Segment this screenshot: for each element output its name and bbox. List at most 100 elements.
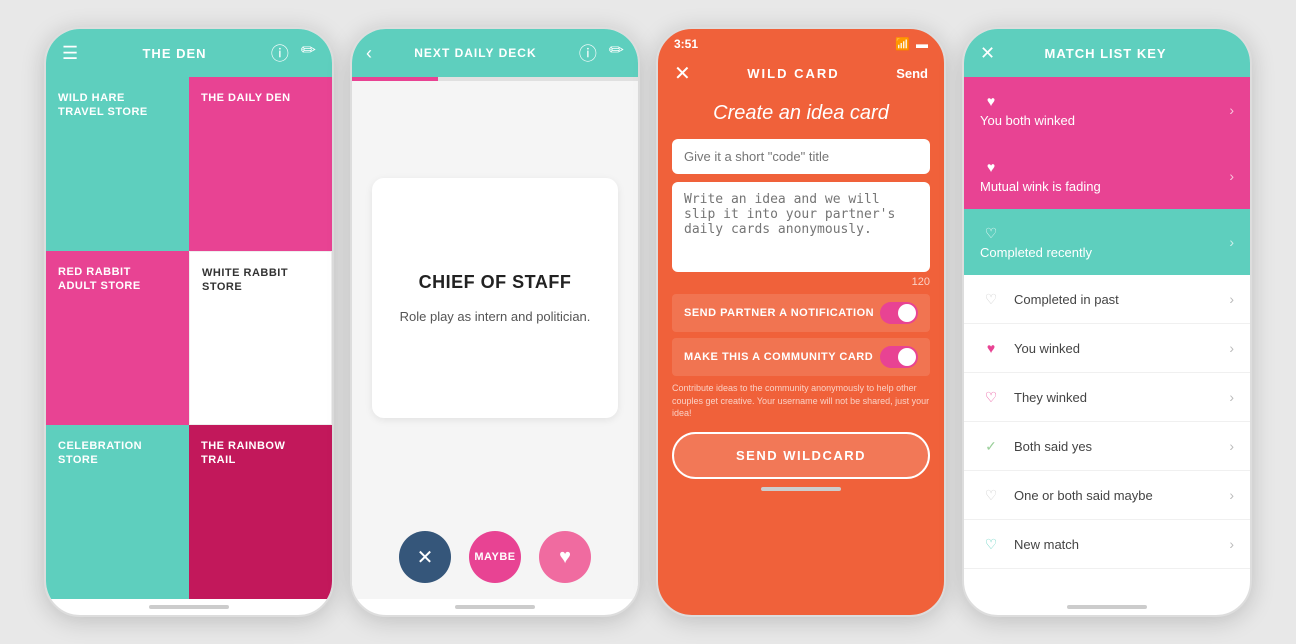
match-item-1[interactable]: ♥ You winked › bbox=[964, 324, 1250, 373]
edit-icon-2[interactable]: ✏ bbox=[609, 40, 624, 66]
cell-label-0: WILD HARETRAVEL STORE bbox=[58, 91, 148, 120]
screen3-phone: 3:51 📶 ▬ ✕ WILD CARD Send Create an idea… bbox=[656, 27, 946, 617]
toggle-label-1: SEND PARTNER A NOTIFICATION bbox=[684, 307, 874, 319]
chevron-1: › bbox=[1229, 168, 1234, 184]
back-icon[interactable]: ‹ bbox=[366, 43, 372, 64]
community-note: Contribute ideas to the community anonym… bbox=[672, 382, 930, 420]
plain-item-left-1: ♥ You winked bbox=[980, 337, 1080, 359]
battery-icon: ▬ bbox=[916, 37, 928, 51]
maybe-button[interactable]: MAYBE bbox=[469, 531, 521, 583]
match-colored-1[interactable]: ♥ Mutual wink is fading › bbox=[964, 143, 1250, 209]
hamburger-icon[interactable]: ☰ bbox=[62, 43, 78, 64]
match-item-left-0: ♥ You both winked bbox=[980, 90, 1075, 130]
match-label-0: You both winked bbox=[980, 113, 1075, 128]
daily-card: CHIEF OF STAFF Role play as intern and p… bbox=[372, 178, 618, 418]
status-bar: 3:51 📶 ▬ bbox=[658, 29, 944, 55]
plain-item-left-2: ♡ They winked bbox=[980, 386, 1087, 408]
match-item-4[interactable]: ♡ One or both said maybe › bbox=[964, 471, 1250, 520]
plain-chevron-2: › bbox=[1229, 389, 1234, 405]
plain-label-4: One or both said maybe bbox=[1014, 488, 1153, 503]
match-item-5[interactable]: ♡ New match › bbox=[964, 520, 1250, 569]
time: 3:51 bbox=[674, 37, 698, 51]
screen4-header: ✕ MATCH LIST KEY bbox=[964, 29, 1250, 77]
heart-icon-0: ♥ bbox=[980, 90, 1002, 112]
cell-label-1: THE DAILY DEN bbox=[201, 91, 291, 105]
heart-button[interactable]: ♥ bbox=[539, 531, 591, 583]
char-count: 120 bbox=[672, 276, 930, 288]
wifi-icon: 📶 bbox=[895, 37, 910, 51]
screen4-phone: ✕ MATCH LIST KEY ♥ You both winked › ♥ M… bbox=[962, 27, 1252, 617]
plain-heart-5: ♡ bbox=[980, 533, 1002, 555]
plain-label-0: Completed in past bbox=[1014, 292, 1119, 307]
screen2-phone: ‹ NEXT DAILY DECK ⓘ ✏ CHIEF OF STAFF Rol… bbox=[350, 27, 640, 617]
toggle-row-2: MAKE THIS A COMMUNITY CARD bbox=[672, 338, 930, 376]
plain-heart-1: ♥ bbox=[980, 337, 1002, 359]
plain-item-left-0: ♡ Completed in past bbox=[980, 288, 1119, 310]
plain-item-left-4: ♡ One or both said maybe bbox=[980, 484, 1153, 506]
grid-cell-5[interactable]: THE RAINBOW TRAIL bbox=[189, 425, 332, 599]
cell-label-4: CELEBRATION STORE bbox=[58, 439, 177, 468]
plain-chevron-1: › bbox=[1229, 340, 1234, 356]
plain-heart-0: ♡ bbox=[980, 288, 1002, 310]
info-icon[interactable]: ⓘ bbox=[271, 40, 289, 66]
screens-container: ☰ THE DEN ⓘ ✏ WILD HARETRAVEL STORE THE … bbox=[44, 27, 1252, 617]
screen2-title: NEXT DAILY DECK bbox=[414, 46, 536, 60]
chevron-2: › bbox=[1229, 234, 1234, 250]
plain-item-left-5: ♡ New match bbox=[980, 533, 1079, 555]
match-item-3[interactable]: ✓ Both said yes › bbox=[964, 422, 1250, 471]
reject-button[interactable]: ✕ bbox=[399, 531, 451, 583]
chevron-0: › bbox=[1229, 102, 1234, 118]
send-wildcard-button[interactable]: SEND WILDCARD bbox=[672, 432, 930, 479]
close-icon-4[interactable]: ✕ bbox=[980, 43, 995, 64]
plain-chevron-3: › bbox=[1229, 438, 1234, 454]
wildcard-form: 120 bbox=[672, 139, 930, 288]
idea-textarea[interactable] bbox=[672, 182, 930, 272]
screen4-title: MATCH LIST KEY bbox=[1045, 46, 1167, 61]
screen3-title: WILD CARD bbox=[747, 66, 839, 81]
plain-chevron-0: › bbox=[1229, 291, 1234, 307]
match-label-2: Completed recently bbox=[980, 245, 1092, 260]
plain-item-left-3: ✓ Both said yes bbox=[980, 435, 1092, 457]
plain-label-2: They winked bbox=[1014, 390, 1087, 405]
match-item-left-1: ♥ Mutual wink is fading bbox=[980, 156, 1101, 196]
card-subtitle: Role play as intern and politician. bbox=[400, 309, 591, 324]
screen3-header: ✕ WILD CARD Send bbox=[658, 55, 944, 96]
grid-cell-3[interactable]: WHITE RABBIT STORE bbox=[189, 251, 332, 425]
match-item-0[interactable]: ♡ Completed in past › bbox=[964, 275, 1250, 324]
toggle-label-2: MAKE THIS A COMMUNITY CARD bbox=[684, 351, 873, 363]
toggle-row-1: SEND PARTNER A NOTIFICATION bbox=[672, 294, 930, 332]
screen1-phone: ☰ THE DEN ⓘ ✏ WILD HARETRAVEL STORE THE … bbox=[44, 27, 334, 617]
toggle-2[interactable] bbox=[880, 346, 918, 368]
match-colored-0[interactable]: ♥ You both winked › bbox=[964, 77, 1250, 143]
action-buttons: ✕ MAYBE ♥ bbox=[352, 515, 638, 599]
send-button[interactable]: Send bbox=[896, 66, 928, 81]
grid-cell-4[interactable]: CELEBRATION STORE bbox=[46, 425, 189, 599]
match-colored-2[interactable]: ♡ Completed recently › bbox=[964, 209, 1250, 275]
cell-label-5: THE RAINBOW TRAIL bbox=[201, 439, 320, 468]
screen2-header: ‹ NEXT DAILY DECK ⓘ ✏ bbox=[352, 29, 638, 77]
code-title-input[interactable] bbox=[672, 139, 930, 174]
match-item-2[interactable]: ♡ They winked › bbox=[964, 373, 1250, 422]
match-label-1: Mutual wink is fading bbox=[980, 179, 1101, 194]
info-icon-2[interactable]: ⓘ bbox=[579, 40, 597, 66]
heart-icon-1: ♥ bbox=[980, 156, 1002, 178]
close-icon[interactable]: ✕ bbox=[674, 61, 691, 86]
plain-label-5: New match bbox=[1014, 537, 1079, 552]
toggle-1[interactable] bbox=[880, 302, 918, 324]
card-title: CHIEF OF STAFF bbox=[419, 272, 572, 293]
edit-icon[interactable]: ✏ bbox=[301, 40, 316, 66]
plain-label-3: Both said yes bbox=[1014, 439, 1092, 454]
grid-cell-2[interactable]: RED RABBITADULT STORE bbox=[46, 251, 189, 425]
screen1-title: THE DEN bbox=[142, 46, 206, 61]
grid-cell-0[interactable]: WILD HARETRAVEL STORE bbox=[46, 77, 189, 251]
home-indicator-3 bbox=[761, 487, 841, 491]
toggle-knob-2 bbox=[898, 348, 916, 366]
home-indicator-2 bbox=[455, 605, 535, 609]
heart-icon-2: ♡ bbox=[980, 222, 1002, 244]
cell-label-2: RED RABBITADULT STORE bbox=[58, 265, 141, 294]
plain-check-3: ✓ bbox=[980, 435, 1002, 457]
wildcard-subtitle: Create an idea card bbox=[658, 96, 944, 139]
home-indicator bbox=[149, 605, 229, 609]
den-grid: WILD HARETRAVEL STORE THE DAILY DEN RED … bbox=[46, 77, 332, 599]
grid-cell-1[interactable]: THE DAILY DEN bbox=[189, 77, 332, 251]
